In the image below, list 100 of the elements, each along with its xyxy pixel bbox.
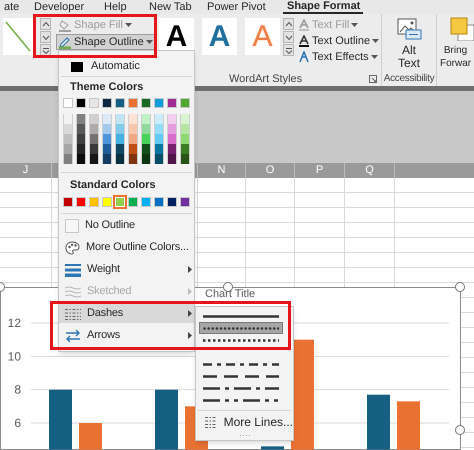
color-swatch[interactable] bbox=[141, 124, 151, 134]
color-swatch[interactable] bbox=[115, 124, 125, 134]
color-swatch[interactable] bbox=[89, 98, 99, 108]
color-swatch[interactable] bbox=[180, 134, 190, 144]
color-swatch[interactable] bbox=[115, 98, 125, 108]
color-swatch[interactable] bbox=[180, 98, 190, 108]
color-swatch[interactable] bbox=[76, 114, 86, 124]
color-swatch[interactable] bbox=[102, 144, 112, 154]
ribbon-button[interactable]: Text Effects bbox=[298, 50, 380, 64]
color-swatch[interactable] bbox=[63, 114, 73, 124]
color-swatch[interactable] bbox=[63, 124, 73, 134]
color-swatch[interactable] bbox=[89, 124, 99, 134]
color-swatch[interactable] bbox=[128, 144, 138, 154]
dialog-launcher-icon[interactable] bbox=[369, 75, 377, 83]
color-swatch[interactable] bbox=[180, 114, 190, 124]
color-swatch[interactable] bbox=[76, 197, 86, 207]
scroll-down-button[interactable] bbox=[283, 31, 294, 43]
menu-item[interactable]: Dashes bbox=[59, 304, 194, 323]
color-swatch[interactable] bbox=[154, 124, 164, 134]
color-swatch[interactable] bbox=[167, 154, 177, 164]
color-swatch[interactable] bbox=[115, 154, 125, 164]
ribbon-tab[interactable]: Developer bbox=[30, 0, 100, 14]
color-swatch[interactable] bbox=[180, 154, 190, 164]
color-swatch[interactable] bbox=[76, 134, 86, 144]
color-swatch[interactable] bbox=[180, 144, 190, 154]
wordart-style[interactable]: A bbox=[202, 18, 237, 55]
color-swatch[interactable] bbox=[102, 98, 112, 108]
color-swatch[interactable] bbox=[102, 154, 112, 164]
shape-style-preview[interactable] bbox=[3, 18, 33, 55]
color-swatch[interactable] bbox=[63, 144, 73, 154]
color-swatch[interactable] bbox=[76, 98, 86, 108]
ribbon-button[interactable]: Text Outline bbox=[298, 34, 380, 48]
color-swatch[interactable] bbox=[141, 144, 151, 154]
color-swatch[interactable] bbox=[63, 98, 73, 108]
color-swatch[interactable] bbox=[141, 134, 151, 144]
color-swatch[interactable] bbox=[76, 154, 86, 164]
menu-item[interactable]: More Outline Colors... bbox=[59, 238, 194, 257]
color-swatch[interactable] bbox=[115, 114, 125, 124]
color-swatch[interactable] bbox=[102, 197, 112, 207]
color-swatch[interactable] bbox=[89, 114, 99, 124]
ribbon-button[interactable]: Shape Outline bbox=[56, 34, 155, 50]
color-swatch[interactable] bbox=[167, 114, 177, 124]
color-swatch[interactable] bbox=[63, 154, 73, 164]
alt-text-button[interactable]: Alt Text bbox=[396, 14, 422, 72]
color-swatch[interactable] bbox=[76, 124, 86, 134]
color-swatch[interactable] bbox=[128, 154, 138, 164]
color-swatch[interactable] bbox=[102, 124, 112, 134]
color-swatch[interactable] bbox=[154, 197, 164, 207]
color-swatch[interactable] bbox=[141, 98, 151, 108]
color-swatch[interactable] bbox=[76, 144, 86, 154]
more-button[interactable] bbox=[283, 44, 294, 56]
menu-item[interactable]: Arrows bbox=[59, 326, 194, 345]
bring-forward-button[interactable]: Bring Forwar bbox=[440, 14, 474, 70]
color-swatch[interactable] bbox=[89, 197, 99, 207]
color-swatch[interactable] bbox=[89, 144, 99, 154]
menu-item[interactable]: Weight bbox=[59, 260, 194, 279]
color-swatch[interactable] bbox=[63, 134, 73, 144]
color-swatch[interactable] bbox=[154, 98, 164, 108]
color-swatch[interactable] bbox=[63, 197, 73, 207]
scroll-up-button[interactable] bbox=[283, 18, 294, 30]
color-swatch[interactable] bbox=[141, 154, 151, 164]
color-swatch[interactable] bbox=[154, 134, 164, 144]
color-swatch[interactable] bbox=[167, 98, 177, 108]
color-swatch[interactable] bbox=[141, 114, 151, 124]
color-swatch[interactable] bbox=[141, 197, 151, 207]
menu-item[interactable]: Automatic bbox=[59, 59, 194, 74]
resize-grip-icon[interactable] bbox=[238, 434, 250, 437]
color-swatch[interactable] bbox=[154, 154, 164, 164]
color-swatch[interactable] bbox=[180, 197, 190, 207]
color-swatch[interactable] bbox=[128, 98, 138, 108]
color-swatch[interactable] bbox=[102, 114, 112, 124]
color-swatch[interactable] bbox=[167, 144, 177, 154]
color-swatch[interactable] bbox=[128, 197, 138, 207]
color-swatch[interactable] bbox=[89, 154, 99, 164]
menu-item[interactable]: More Lines... bbox=[196, 411, 293, 433]
bar bbox=[155, 390, 178, 450]
color-swatch[interactable] bbox=[115, 144, 125, 154]
color-swatch[interactable] bbox=[89, 134, 99, 144]
color-swatch[interactable] bbox=[167, 197, 177, 207]
color-swatch[interactable] bbox=[154, 114, 164, 124]
color-swatch[interactable] bbox=[180, 124, 190, 134]
color-swatch[interactable] bbox=[128, 134, 138, 144]
ribbon-tab[interactable]: Help bbox=[100, 0, 145, 14]
ribbon-tab[interactable]: New Tab bbox=[145, 0, 203, 14]
scroll-down-button[interactable] bbox=[40, 31, 51, 43]
caret-icon bbox=[372, 39, 380, 43]
menu-item[interactable]: No Outline bbox=[59, 216, 194, 235]
scroll-up-button[interactable] bbox=[40, 18, 51, 30]
color-swatch[interactable] bbox=[115, 134, 125, 144]
color-swatch[interactable] bbox=[154, 144, 164, 154]
color-swatch[interactable] bbox=[128, 124, 138, 134]
color-swatch[interactable] bbox=[102, 134, 112, 144]
more-button[interactable] bbox=[40, 44, 51, 56]
ribbon-tab[interactable]: ate bbox=[0, 0, 30, 14]
color-swatch[interactable] bbox=[128, 114, 138, 124]
scroll-up-icon bbox=[42, 20, 50, 28]
color-swatch[interactable] bbox=[167, 134, 177, 144]
dash-style-option[interactable] bbox=[199, 322, 283, 334]
color-swatch[interactable] bbox=[167, 124, 177, 134]
ribbon-tab[interactable]: Power Pivot bbox=[203, 0, 283, 14]
